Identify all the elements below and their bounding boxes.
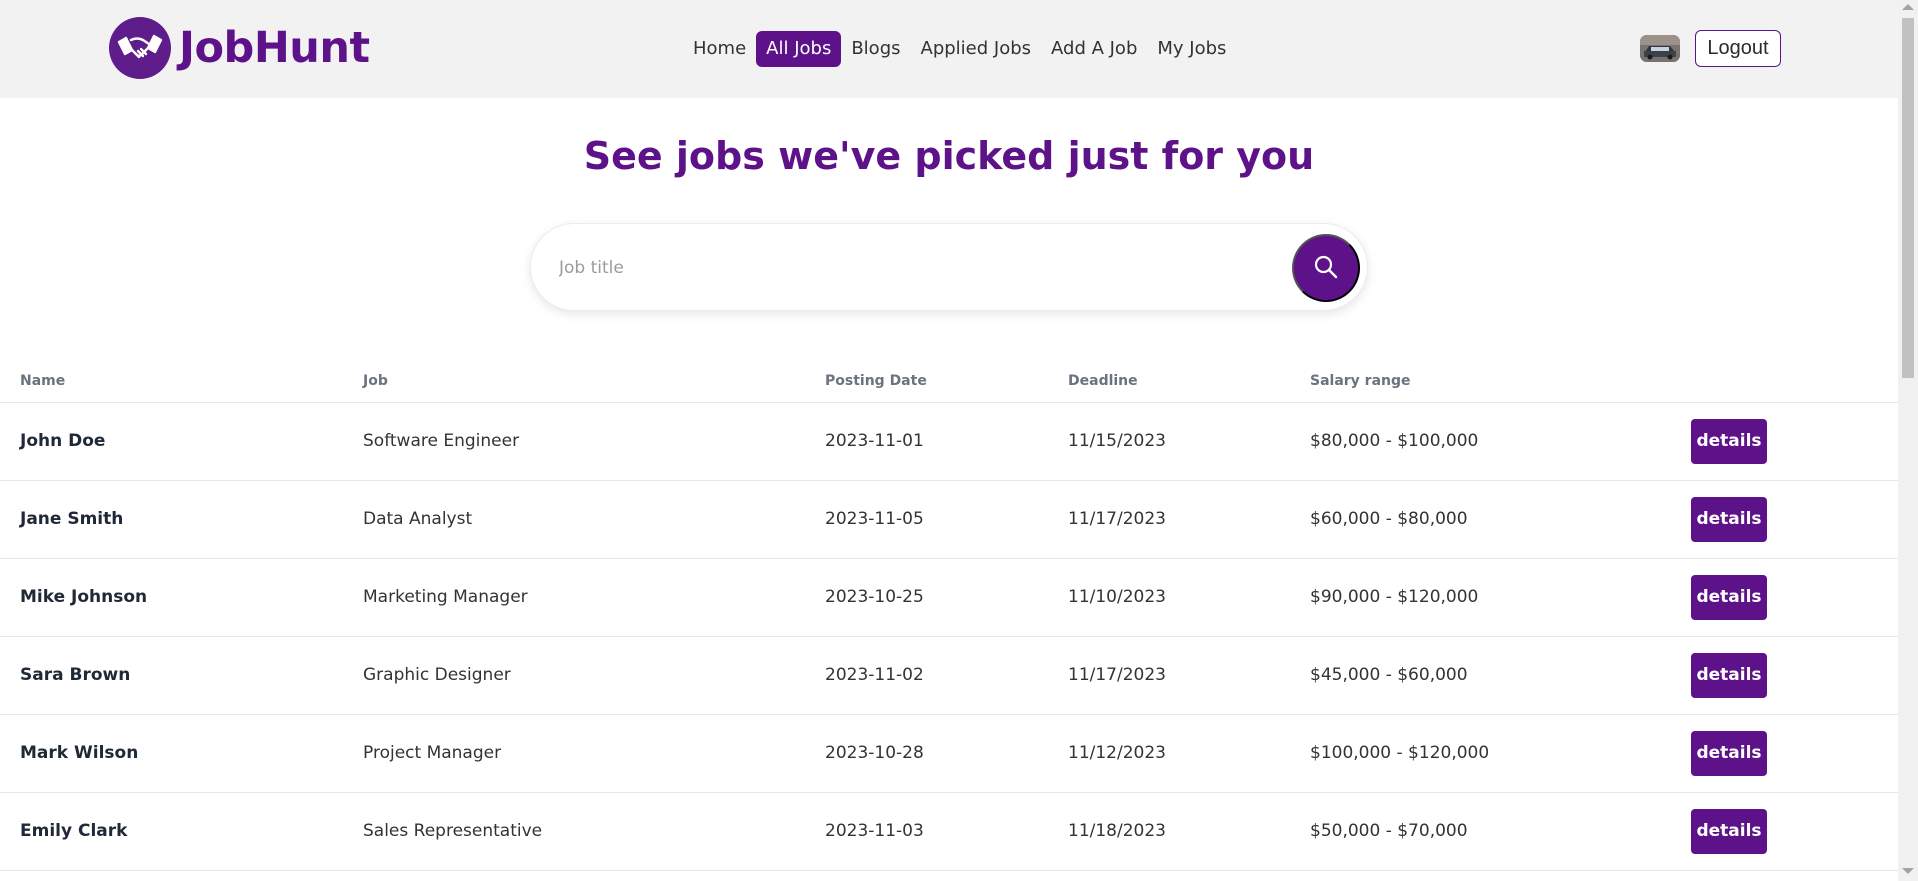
- scrollbar-thumb[interactable]: [1902, 18, 1914, 378]
- cell-salary: $60,000 - $80,000: [1310, 480, 1691, 559]
- page: JobHunt Home All Jobs Blogs Applied Jobs…: [0, 0, 1898, 881]
- cell-name: Mark Wilson: [0, 714, 363, 793]
- search-icon: [1313, 254, 1339, 283]
- avatar[interactable]: [1640, 35, 1680, 62]
- details-button[interactable]: details: [1691, 652, 1767, 698]
- column-header-salary-range: Salary range: [1310, 360, 1691, 403]
- column-header-posting-date: Posting Date: [825, 360, 1068, 403]
- table-row: Jane Smith Data Analyst 2023-11-05 11/17…: [0, 480, 1898, 559]
- jobs-table: Name Job Posting Date Deadline Salary ra…: [0, 360, 1898, 871]
- table-row: Sara Brown Graphic Designer 2023-11-02 1…: [0, 636, 1898, 715]
- cell-posting-date: 2023-11-02: [825, 636, 1068, 715]
- nav-blogs[interactable]: Blogs: [841, 31, 910, 67]
- table-row: Mike Johnson Marketing Manager 2023-10-2…: [0, 558, 1898, 637]
- cell-name: Emily Clark: [0, 792, 363, 871]
- cell-name: Jane Smith: [0, 480, 363, 559]
- cell-salary: $90,000 - $120,000: [1310, 558, 1691, 637]
- table-header-row: Name Job Posting Date Deadline Salary ra…: [0, 360, 1898, 403]
- navbar: JobHunt Home All Jobs Blogs Applied Jobs…: [0, 0, 1898, 98]
- scroll-up-icon[interactable]: [1902, 4, 1914, 10]
- table-row: John Doe Software Engineer 2023-11-01 11…: [0, 402, 1898, 481]
- cell-job: Project Manager: [363, 714, 825, 793]
- page-title: See jobs we've picked just for you: [583, 134, 1315, 178]
- cell-deadline: 11/17/2023: [1068, 480, 1310, 559]
- cell-posting-date: 2023-11-05: [825, 480, 1068, 559]
- details-button[interactable]: details: [1691, 418, 1767, 464]
- nav-all-jobs[interactable]: All Jobs: [756, 30, 842, 67]
- handshake-icon: [109, 17, 171, 79]
- cell-actions: details: [1691, 402, 1898, 481]
- cell-actions: details: [1691, 636, 1898, 715]
- cell-name: Mike Johnson: [0, 558, 363, 637]
- cell-posting-date: 2023-10-28: [825, 714, 1068, 793]
- cell-posting-date: 2023-11-01: [825, 402, 1068, 481]
- cell-deadline: 11/15/2023: [1068, 402, 1310, 481]
- cell-deadline: 11/17/2023: [1068, 636, 1310, 715]
- scroll-down-icon[interactable]: [1902, 868, 1914, 874]
- cell-salary: $50,000 - $70,000: [1310, 792, 1691, 871]
- details-button[interactable]: details: [1691, 574, 1767, 620]
- cell-actions: details: [1691, 792, 1898, 871]
- cell-posting-date: 2023-10-25: [825, 558, 1068, 637]
- cell-deadline: 11/10/2023: [1068, 558, 1310, 637]
- cell-job: Graphic Designer: [363, 636, 825, 715]
- brand-name: JobHunt: [179, 23, 370, 73]
- nav-home[interactable]: Home: [683, 31, 756, 67]
- cell-job: Sales Representative: [363, 792, 825, 871]
- details-button[interactable]: details: [1691, 730, 1767, 776]
- column-header-name: Name: [0, 360, 363, 403]
- search-input[interactable]: [559, 248, 1199, 288]
- page-scrollbar[interactable]: [1898, 0, 1918, 881]
- nav-add-a-job[interactable]: Add A Job: [1041, 31, 1147, 67]
- cell-job: Data Analyst: [363, 480, 825, 559]
- cell-deadline: 11/18/2023: [1068, 792, 1310, 871]
- search-bar: [530, 223, 1368, 311]
- search-button[interactable]: [1292, 234, 1360, 302]
- cell-deadline: 11/12/2023: [1068, 714, 1310, 793]
- cell-actions: details: [1691, 558, 1898, 637]
- cell-salary: $100,000 - $120,000: [1310, 714, 1691, 793]
- cell-salary: $45,000 - $60,000: [1310, 636, 1691, 715]
- cell-actions: details: [1691, 480, 1898, 559]
- nav-my-jobs[interactable]: My Jobs: [1147, 31, 1236, 67]
- cell-actions: details: [1691, 714, 1898, 793]
- cell-name: Sara Brown: [0, 636, 363, 715]
- cell-name: John Doe: [0, 402, 363, 481]
- column-header-deadline: Deadline: [1068, 360, 1310, 403]
- cell-job: Marketing Manager: [363, 558, 825, 637]
- column-header-job: Job: [363, 360, 825, 403]
- brand[interactable]: JobHunt: [109, 17, 370, 79]
- table-row: Mark Wilson Project Manager 2023-10-28 1…: [0, 714, 1898, 793]
- column-header-actions: [1691, 360, 1898, 403]
- nav-links: Home All Jobs Blogs Applied Jobs Add A J…: [683, 30, 1236, 67]
- cell-job: Software Engineer: [363, 402, 825, 481]
- table-row: Emily Clark Sales Representative 2023-11…: [0, 792, 1898, 871]
- cell-salary: $80,000 - $100,000: [1310, 402, 1691, 481]
- details-button[interactable]: details: [1691, 808, 1767, 854]
- logout-button[interactable]: Logout: [1695, 30, 1781, 67]
- cell-posting-date: 2023-11-03: [825, 792, 1068, 871]
- nav-applied-jobs[interactable]: Applied Jobs: [911, 31, 1042, 67]
- details-button[interactable]: details: [1691, 496, 1767, 542]
